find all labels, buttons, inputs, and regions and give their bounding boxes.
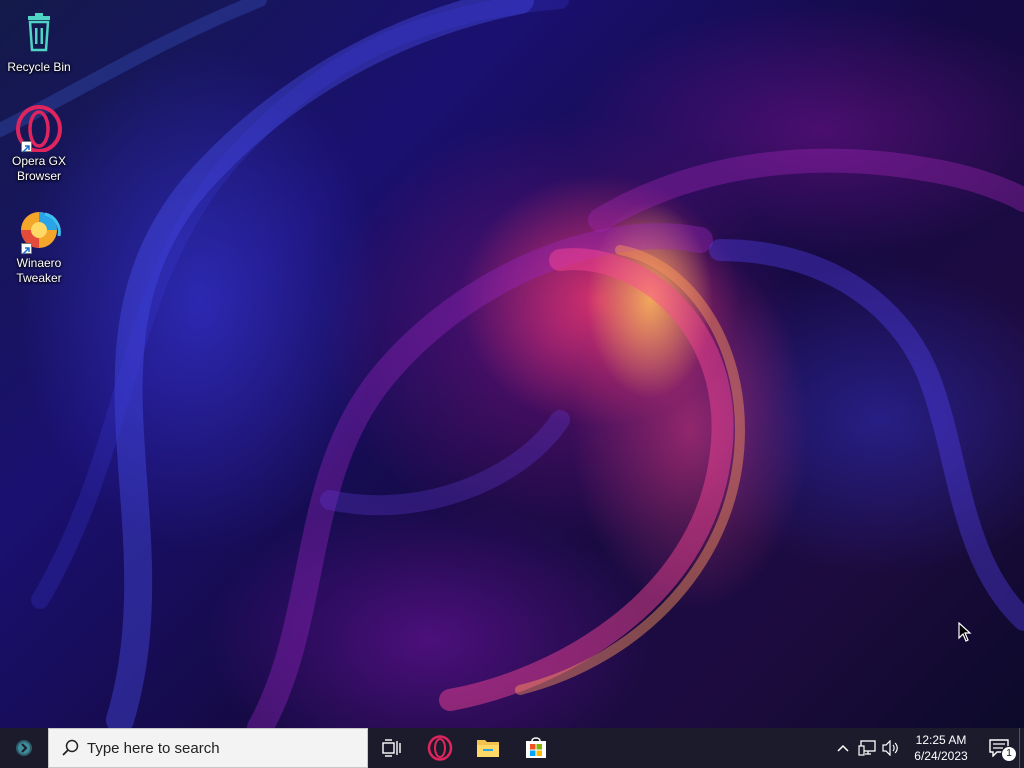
mouse-cursor-icon (958, 622, 972, 642)
show-desktop-button[interactable] (1019, 728, 1024, 768)
show-hidden-icons-button[interactable] (831, 728, 855, 768)
task-view-icon (382, 739, 401, 757)
clock[interactable]: 12:25 AM 6/24/2023 (907, 732, 975, 764)
start-button[interactable] (0, 728, 48, 768)
search-placeholder: Type here to search (87, 739, 220, 757)
task-view-button[interactable] (368, 728, 416, 768)
notification-count-badge: 1 (1001, 746, 1017, 762)
volume-icon (882, 740, 898, 756)
opera-gx-icon (427, 735, 453, 761)
taskbar-app-opera-gx[interactable] (416, 728, 464, 768)
opera-gx-icon (15, 104, 63, 153)
store-icon (526, 737, 546, 758)
winaero-tweaker-icon (15, 206, 63, 255)
desktop-icon-winaero-tweaker[interactable]: Winaero Tweaker (4, 206, 74, 286)
taskbar-app-file-explorer[interactable] (464, 728, 512, 768)
desktop-icon-label: Winaero Tweaker (16, 256, 62, 285)
taskbar-app-microsoft-store[interactable] (512, 728, 560, 768)
clock-time: 12:25 AM (915, 733, 967, 747)
network-icon (858, 740, 876, 756)
desktop-icon-label: Opera GX Browser (11, 154, 67, 183)
action-center-button[interactable]: 1 (979, 728, 1019, 768)
network-button[interactable] (855, 728, 879, 768)
clock-date: 6/24/2023 (914, 749, 968, 763)
file-explorer-icon (477, 740, 499, 757)
desktop[interactable]: Recycle Bin Opera GX Browser Winaero Twe… (0, 0, 1024, 728)
desktop-icon-recycle-bin[interactable]: Recycle Bin (4, 10, 74, 75)
start-orb-icon (16, 740, 32, 756)
chevron-up-icon (837, 744, 849, 752)
search-box[interactable]: Type here to search (48, 728, 368, 768)
wallpaper-swirl (0, 0, 1024, 728)
desktop-icon-opera-gx[interactable]: Opera GX Browser (4, 104, 74, 184)
recycle-bin-icon (15, 10, 63, 58)
system-tray: 12:25 AM 6/24/2023 1 (831, 728, 1024, 768)
shortcut-arrow-icon (21, 243, 32, 255)
shortcut-arrow-icon (21, 141, 32, 153)
search-icon (62, 739, 79, 756)
taskbar: Type here to search 12:25 AM 6/24/2023 1 (0, 728, 1024, 768)
desktop-icon-label: Recycle Bin (7, 60, 71, 74)
volume-button[interactable] (879, 728, 903, 768)
